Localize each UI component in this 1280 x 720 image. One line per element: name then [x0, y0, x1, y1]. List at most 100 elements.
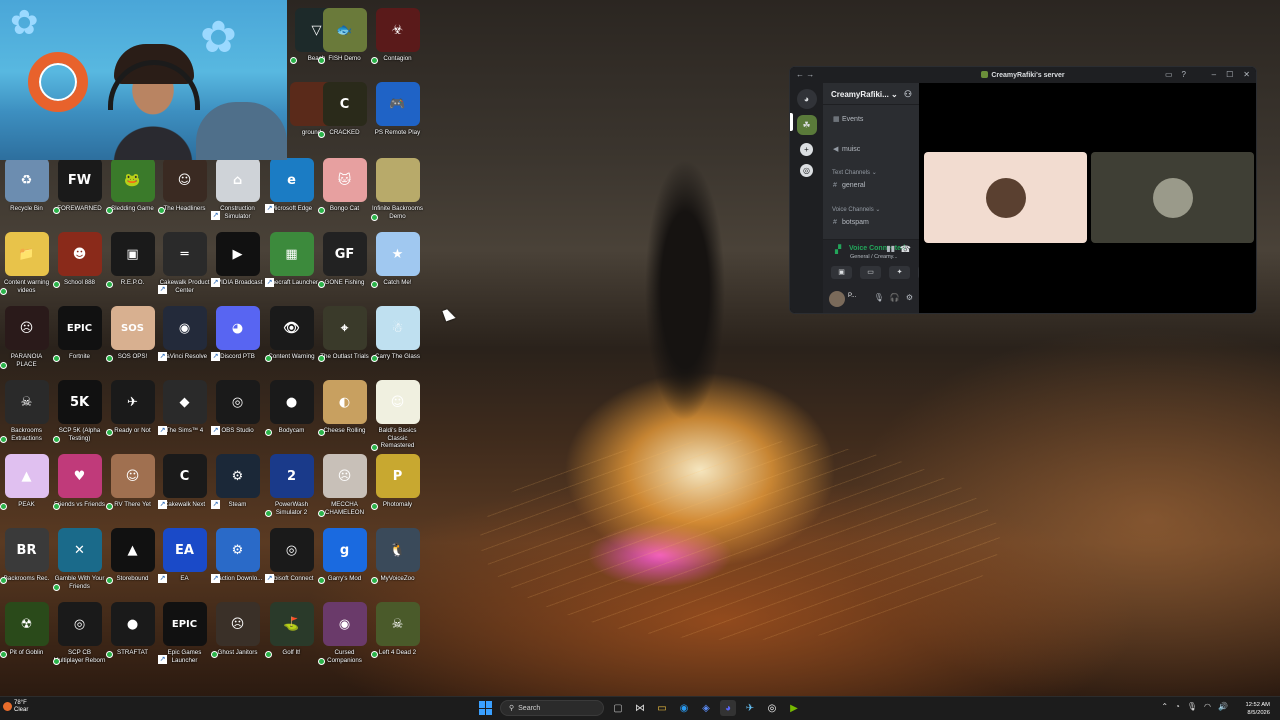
desktop-icon[interactable]: 👁 Content Warning [265, 306, 318, 362]
discover-icon[interactable]: ◎ [800, 164, 813, 177]
close-button[interactable]: ✕ [1243, 70, 1250, 79]
desktop-icon[interactable]: ⛳ Golf It! [265, 602, 318, 658]
desktop-icon[interactable]: ◆ ↗ The Sims™ 4 [158, 380, 211, 435]
inbox-icon[interactable]: ▭ [1165, 70, 1173, 79]
desktop-icon[interactable]: ▣ R.E.P.O. [106, 232, 159, 288]
desktop-icon[interactable]: ☹ PARANOIA PLACE [0, 306, 53, 369]
channel-events[interactable]: ▦ Events [833, 115, 863, 123]
desktop-icon[interactable]: ◕ ↗ Discord PTB [211, 306, 264, 361]
desktop-icon[interactable]: ▶ ↗ NVIDIA Broadcast [211, 232, 264, 287]
discord-home-icon[interactable]: ◕ [796, 89, 817, 109]
weather-widget[interactable]: 78°F Clear [3, 700, 28, 714]
desktop-icon[interactable]: ✕ Gamble With Your Friends [53, 528, 106, 591]
nvidia-taskbar-icon[interactable]: ▶ [786, 700, 802, 716]
desktop-icon[interactable]: C CRACKED [318, 82, 371, 138]
mic-tray-icon[interactable]: 🎙 [1187, 702, 1197, 711]
desktop-icon[interactable]: ☣ Contagion [371, 8, 424, 64]
microphone-icon[interactable]: 🎙 [874, 293, 884, 302]
desktop-icon[interactable]: 🎮 PS Remote Play [371, 82, 424, 137]
desktop-icon[interactable]: ◉ Cursed Companions [318, 602, 371, 665]
desktop-icon[interactable]: FW FOREWARNED [53, 158, 106, 214]
volume-icon[interactable]: 🔊 [1218, 702, 1228, 711]
desktop-icon[interactable]: ⚙ ↗ Traction Downlo... [211, 528, 264, 583]
store-icon[interactable]: ◈ [698, 700, 714, 716]
desktop-icon[interactable]: ☺ RV There Yet [106, 454, 159, 510]
wifi-icon[interactable]: ◠ [1204, 702, 1211, 711]
desktop-icon[interactable]: ═ ↗ Cakewalk Product Center [158, 232, 211, 294]
camera-off-button[interactable]: ▣ [831, 266, 852, 279]
desktop-icon[interactable]: ● Bodycam [265, 380, 318, 436]
desktop-icon[interactable]: ▦ ↗ Minecraft Launcher [265, 232, 318, 287]
invite-icon[interactable]: ⚇ [904, 89, 912, 100]
minimize-button[interactable]: – [1212, 70, 1216, 79]
task-view-icon[interactable]: ▢ [610, 700, 626, 716]
server-creamyrafiki-icon[interactable]: ☘ [796, 115, 817, 135]
desktop-icon[interactable]: ◐ Cheese Rolling [318, 380, 371, 436]
desktop-icon[interactable]: ☠ Left 4 Dead 2 [371, 602, 424, 658]
desktop-icon[interactable]: BR Backrooms Rec. [0, 528, 53, 584]
desktop-icon[interactable]: ☹ MECCHA CHAMELEON [318, 454, 371, 517]
desktop-icon[interactable]: ☺ The Headliners [158, 158, 211, 214]
desktop-icon[interactable]: SOS SOS OPS! [106, 306, 159, 362]
desktop-icon[interactable]: ☹ Ghost Janitors [211, 602, 264, 658]
maximize-button[interactable]: ☐ [1226, 70, 1233, 79]
participant-tile[interactable] [1091, 152, 1254, 243]
headphones-icon[interactable]: 🎧 [890, 293, 900, 302]
help-icon[interactable]: ? [1182, 70, 1186, 79]
desktop-icon[interactable]: ▲ PEAK [0, 454, 53, 510]
desktop-icon[interactable]: ◎ SCP CB Multiplayer Reborn [53, 602, 106, 665]
settings-gear-icon[interactable]: ⚙ [906, 293, 913, 302]
channel-botspam[interactable]: # botspam [833, 219, 869, 226]
desktop-icon[interactable]: C ↗ Cakewalk Next [158, 454, 211, 509]
channel-general[interactable]: # general [833, 182, 865, 189]
desktop-icon[interactable]: 🐟 FISH Demo [318, 8, 371, 64]
desktop-icon[interactable]: ♥ Friends vs Friends [53, 454, 106, 510]
desktop-icon[interactable]: ☃ Carry The Glass [371, 306, 424, 362]
desktop-icon[interactable]: e ↗ Microsoft Edge [265, 158, 318, 213]
desktop-icon[interactable]: 2 PowerWash Simulator 2 [265, 454, 318, 517]
desktop-icon[interactable]: Infinite Backrooms Demo [371, 158, 424, 221]
desktop-icon[interactable]: ✈ Ready or Not [106, 380, 159, 436]
desktop-icon[interactable]: ▲ Storebound [106, 528, 159, 584]
desktop-icon[interactable]: EPIC Fortnite [53, 306, 106, 362]
tray-app-icon[interactable]: ◔ [1175, 702, 1180, 711]
desktop-icon[interactable]: 🐱 Bongo Cat [318, 158, 371, 214]
discord-taskbar-icon[interactable]: ◕ [720, 700, 736, 716]
desktop-icon[interactable]: ◉ ↗ DaVinci Resolve [158, 306, 211, 361]
desktop-icon[interactable]: g Garry's Mod [318, 528, 371, 584]
desktop-icon[interactable]: ☻ School 888 [53, 232, 106, 288]
desktop-icon[interactable]: ● STRAFTAT [106, 602, 159, 658]
desktop-icon[interactable]: EPIC ↗ Epic Games Launcher [158, 602, 211, 664]
avatar[interactable] [829, 291, 845, 307]
category-voice-channels[interactable]: Voice Channels ⌄ [832, 206, 880, 213]
desktop-icon[interactable]: 🐸 Sledding Game [106, 158, 159, 214]
voice-status[interactable]: Voice Connected [849, 245, 905, 252]
channel-muisc[interactable]: ◀ muisc [833, 145, 860, 153]
participant-tile[interactable] [924, 152, 1087, 243]
desktop-icon[interactable]: EA ↗ EA [158, 528, 211, 583]
desktop-icon[interactable]: GF GONE Fishing [318, 232, 371, 288]
chevron-up-icon[interactable]: ⌃ [1161, 702, 1168, 711]
desktop-icon[interactable]: ⌂ ↗ Construction Simulator [211, 158, 264, 220]
widget-app-icon[interactable]: ⋈ [632, 700, 648, 716]
desktop-icon[interactable]: ☠ Backrooms Extractions [0, 380, 53, 443]
screen-share-button[interactable]: ▭ [860, 266, 881, 279]
username[interactable]: P... [848, 293, 856, 299]
desktop-icon[interactable]: ⚙ ↗ Steam [211, 454, 264, 509]
desktop-icon[interactable]: 🐧 MyVoiceZoo [371, 528, 424, 584]
search-box[interactable]: ⚲ Search [500, 700, 604, 716]
file-explorer-icon[interactable]: ▭ [654, 700, 670, 716]
desktop-icon[interactable]: ☢ Pit of Goblin [0, 602, 53, 658]
desktop-icon[interactable]: ♻ Recycle Bin [0, 158, 53, 213]
server-name-header[interactable]: CreamyRafiki... ⌄ ⚇ [823, 83, 919, 105]
desktop-icon[interactable]: P Photomaly [371, 454, 424, 510]
voice-location[interactable]: General / Creamy... [850, 254, 898, 260]
edge-icon[interactable]: ◉ [676, 700, 692, 716]
desktop-icon[interactable]: ⌖ The Outlast Trials [318, 306, 371, 362]
discord-titlebar[interactable]: ← → CreamyRafiki's server ▭ ? – ☐ ✕ [790, 67, 1256, 83]
desktop-icon[interactable]: 5K SCP 5K (Alpha Testing) [53, 380, 106, 443]
disconnect-icon[interactable]: ☎ [900, 244, 911, 255]
desktop-icon[interactable]: 📁 Content warning videos [0, 232, 53, 295]
clock[interactable]: 12:52 AM 8/5/2026 [1246, 701, 1271, 717]
noise-suppression-icon[interactable]: ▮▮ [886, 244, 895, 253]
